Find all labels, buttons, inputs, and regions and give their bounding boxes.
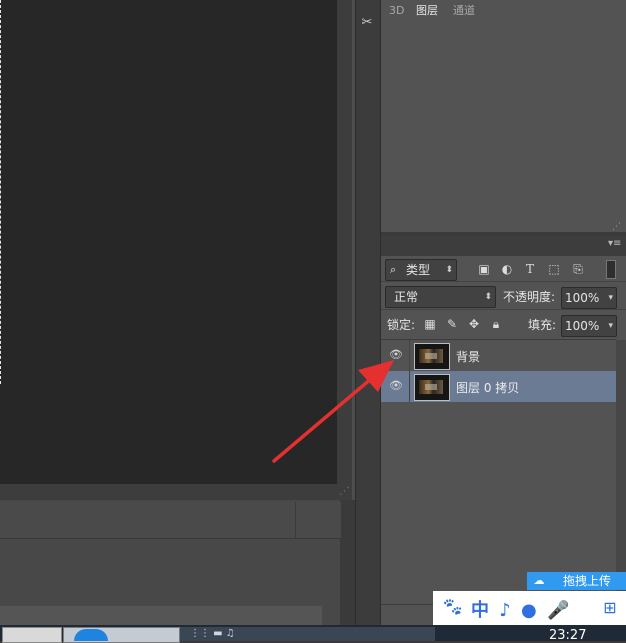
canvas-selection-edge xyxy=(0,0,3,384)
horizontal-scrollbar[interactable] xyxy=(0,484,338,500)
layer-filter-select[interactable]: ⌕ 类型 ⬍ xyxy=(385,259,457,281)
tray-icons[interactable]: ⋮⋮ ▬ ♫ xyxy=(190,628,235,639)
lower-panel-row xyxy=(0,502,295,539)
divider xyxy=(381,281,626,282)
upload-label: 拖拽上传 xyxy=(563,574,612,588)
upload-badge[interactable]: ☁ 拖拽上传 xyxy=(527,572,626,590)
cloud-upload-icon: ☁ xyxy=(533,574,545,587)
layer-thumbnail xyxy=(414,374,450,401)
smart-object-filter-icon[interactable]: ⎘ xyxy=(569,260,587,278)
fill-field[interactable]: 100% ▾ xyxy=(561,315,617,337)
blend-mode-select[interactable]: 正常 ⬍ xyxy=(385,286,496,308)
eye-icon[interactable]: 👁︎ xyxy=(389,348,403,362)
lock-transparency-icon[interactable]: ▦ xyxy=(423,316,437,332)
filter-toggle-switch[interactable] xyxy=(606,260,616,279)
baidu-toolbar: 🐾︎ 中 ♪ ● 🎤 ⊞ xyxy=(433,591,626,625)
paw-icon[interactable]: 🐾︎ xyxy=(441,597,464,619)
layer-thumbnail xyxy=(414,343,450,370)
opacity-field[interactable]: 100% ▾ xyxy=(561,287,617,309)
image-filter-icon[interactable]: ▣ xyxy=(475,260,493,278)
lower-panel-strip xyxy=(0,606,322,625)
lock-paint-brush-icon[interactable]: ✎ xyxy=(445,316,459,332)
adjustment-filter-icon[interactable]: ◐ xyxy=(498,260,516,278)
type-filter-icon[interactable]: T xyxy=(521,260,539,278)
divider xyxy=(381,309,626,310)
tool-strip xyxy=(355,0,381,625)
upper-panel xyxy=(381,0,626,232)
chevron-down-icon: ▾ xyxy=(608,321,613,331)
document-canvas[interactable] xyxy=(0,0,336,484)
lower-panel-cell xyxy=(295,502,341,539)
chevron-down-icon: ▾ xyxy=(608,293,613,303)
vertical-scrollbar[interactable] xyxy=(337,0,352,484)
fill-value: 100% xyxy=(565,319,600,333)
opacity-label: 不透明度: xyxy=(503,290,556,304)
opacity-value: 100% xyxy=(565,291,600,305)
panel-resize-icon[interactable]: ⋰ xyxy=(612,222,626,232)
layer-name: 背景 xyxy=(456,350,481,364)
divider xyxy=(409,340,410,371)
grid-icon[interactable]: ⊞ xyxy=(601,599,619,617)
filter-kind-label: 类型 xyxy=(406,263,431,277)
browser-icon[interactable] xyxy=(74,629,108,641)
layer-name: 图层 0 拷贝 xyxy=(456,381,520,395)
lock-all-icon[interactable]: 🔒︎ xyxy=(489,316,503,332)
panel-tabs-bar xyxy=(381,236,626,256)
lock-label: 锁定: xyxy=(387,318,416,332)
resize-grip-icon[interactable]: ⋰ xyxy=(337,484,352,500)
layer-row-layer-0-copy[interactable]: 👁︎ 图层 0 拷贝 xyxy=(381,371,616,402)
blend-mode-value: 正常 xyxy=(394,290,419,304)
scissors-icon[interactable]: ✂ xyxy=(355,10,379,36)
shape-filter-icon[interactable]: ⬚ xyxy=(545,260,563,278)
chevron-updown-icon: ⬍ xyxy=(484,292,492,302)
panel-menu-icon[interactable]: ▾≡ xyxy=(608,238,621,249)
search-icon: ⌕ xyxy=(390,263,397,276)
layers-scrollbar[interactable] xyxy=(616,340,626,605)
layer-row-background[interactable]: 👁︎ 背景 xyxy=(381,340,616,372)
fill-label: 填充: xyxy=(528,318,557,332)
tab-layers[interactable]: 图层 xyxy=(410,2,444,20)
lock-position-move-icon[interactable]: ✥ xyxy=(467,316,481,332)
tab-channels[interactable]: 通道 xyxy=(447,2,481,20)
eye-icon[interactable]: 👁︎ xyxy=(389,379,403,393)
tab-3d[interactable]: 3D xyxy=(383,2,410,20)
ime-status-text[interactable]: 中 ♪ ● 🎤 xyxy=(471,596,571,622)
divider xyxy=(409,371,410,402)
chevron-updown-icon: ⬍ xyxy=(445,265,453,275)
